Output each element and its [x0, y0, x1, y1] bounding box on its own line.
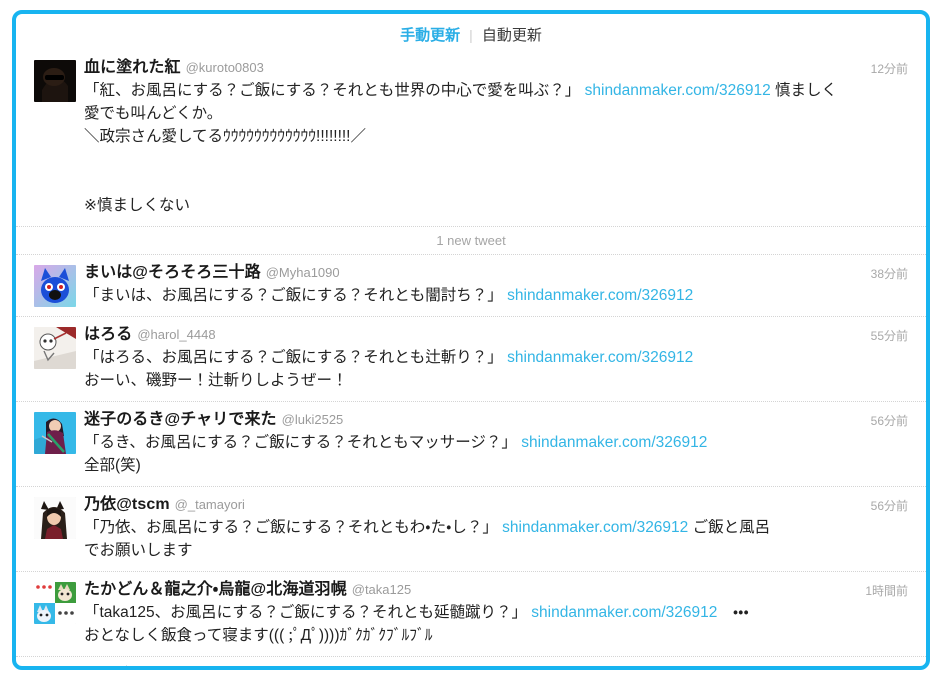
- tweet-text: 「taka125、お風呂にする？ご飯にする？それとも延髄蹴り？」 shindan…: [84, 601, 838, 647]
- shindanmaker-link[interactable]: shindanmaker.com/326912: [507, 287, 693, 304]
- display-name[interactable]: まいは@そろそろ三十路: [84, 264, 261, 281]
- tweet-extra-line: ※慎ましくない: [84, 197, 190, 214]
- tweet-text: 「乃依、お風呂にする？ご飯にする？それともわ・た・し？」 shindanmake…: [84, 516, 838, 562]
- display-name[interactable]: はろる: [84, 326, 132, 343]
- shindanmaker-link[interactable]: shindanmaker.com/326912: [521, 434, 707, 451]
- screen-name[interactable]: @_tamayori: [175, 497, 245, 512]
- tweet-text-after-link: ・・・: [717, 604, 749, 621]
- tweet-timestamp[interactable]: 56分前: [871, 497, 908, 514]
- display-name[interactable]: 乃依@tscm: [84, 496, 170, 513]
- shindanmaker-link[interactable]: shindanmaker.com/326912: [531, 604, 717, 621]
- tweet-extra-line: 全部(笑): [84, 457, 141, 474]
- tweet-extra-line: おーい、磯野ー！辻斬りしようぜー！: [84, 372, 348, 389]
- tweet-author-line: はろる @harol_4448: [84, 325, 838, 345]
- tweet-extra-line: おとなしく飯食って寝ます((( ;ﾟДﾟ))))ｶﾞｸｶﾞｸﾌﾞﾙﾌﾞﾙ: [84, 627, 433, 644]
- tweet-extra-line: でお願いします: [84, 542, 193, 559]
- display-name[interactable]: ひろくん@: [84, 666, 164, 670]
- shindanmaker-link[interactable]: shindanmaker.com/326912: [507, 349, 693, 366]
- dark-portrait-avatar[interactable]: [34, 60, 76, 102]
- tweet-text: 「るき、お風呂にする？ご飯にする？それともマッサージ？」 shindanmake…: [84, 431, 838, 477]
- new-tweet-divider[interactable]: 1 new tweet: [16, 226, 926, 254]
- tweet-timestamp[interactable]: 55分前: [871, 327, 908, 344]
- tweet-body: たかどん＆龍之介・烏龍@北海道羽幌 @taka125 「taka125、お風呂にする…: [84, 580, 908, 647]
- dark-hair-girl-avatar[interactable]: [34, 497, 76, 539]
- manual-refresh-tab[interactable]: 手動更新: [391, 28, 469, 43]
- tweet-body: 乃依@tscm @_tamayori 「乃依、お風呂にする？ご飯にする？それともわ・…: [84, 495, 908, 562]
- tweet-author-line: 迷子のるき@チャリで来た @luki2525: [84, 410, 838, 430]
- tweet-text-before-link: 「まいは、お風呂にする？ご飯にする？それとも闇討ち？」: [84, 287, 508, 304]
- tweet-author-line: まいは@そろそろ三十路 @Myha1090: [84, 263, 838, 283]
- display-name[interactable]: 迷子のるき@チャリで来た: [84, 411, 277, 428]
- tweet-item[interactable]: 迷子のるき@チャリで来た @luki2525 「るき、お風呂にする？ご飯にする？それ…: [16, 401, 926, 486]
- display-name[interactable]: 血に塗れた紅: [84, 59, 181, 76]
- tweet-item[interactable]: たかどん＆龍之介・烏龍@北海道羽幌 @taka125 「taka125、お風呂にする…: [16, 571, 926, 656]
- screen-name[interactable]: @harol_4448: [137, 327, 215, 342]
- sketch-avatar[interactable]: [34, 327, 76, 369]
- screen-name[interactable]: @hirokun_1111: [169, 667, 258, 670]
- tweet-item[interactable]: 血に塗れた紅 @kuroto0803 「紅、お風呂にする？ご飯にする？それとも世界の…: [16, 50, 926, 226]
- tweet-author-line: 血に塗れた紅 @kuroto0803: [84, 58, 838, 78]
- tweet-item[interactable]: まいは@そろそろ三十路 @Myha1090 「まいは、お風呂にする？ご飯にする？それ…: [16, 254, 926, 316]
- shindanmaker-link[interactable]: shindanmaker.com/326912: [585, 82, 771, 99]
- tweet-text: 「はろる、お風呂にする？ご飯にする？それとも辻斬り？」 shindanmaker…: [84, 346, 838, 392]
- photo-avatar[interactable]: [34, 667, 76, 670]
- tweet-text-after-link: ご飯と風呂: [688, 519, 771, 536]
- tweet-item[interactable]: ひろくん@ @hirokun_1111 1時間前: [16, 656, 926, 670]
- tweet-timestamp[interactable]: 12分前: [871, 60, 908, 77]
- tweet-text-before-link: 「るき、お風呂にする？ご飯にする？それともマッサージ？」: [84, 434, 522, 451]
- tweet-item[interactable]: はろる @harol_4448 「はろる、お風呂にする？ご飯にする？それとも辻斬り？…: [16, 316, 926, 401]
- tweet-text: 「紅、お風呂にする？ご飯にする？それとも世界の中心で愛を叫ぶ？」 shindan…: [84, 79, 838, 217]
- anime-girl-avatar[interactable]: [34, 412, 76, 454]
- tweet-author-line: ひろくん@ @hirokun_1111: [84, 665, 838, 670]
- screen-name[interactable]: @Myha1090: [266, 265, 340, 280]
- tweet-text-before-link: 「紅、お風呂にする？ご飯にする？それとも世界の中心で愛を叫ぶ？」: [84, 82, 585, 99]
- tweet-body: はろる @harol_4448 「はろる、お風呂にする？ご飯にする？それとも辻斬り？…: [84, 325, 908, 392]
- new-tweet-label[interactable]: 1 new tweet: [428, 233, 514, 248]
- tweet-text: 「まいは、お風呂にする？ご飯にする？それとも闇討ち？」 shindanmaker…: [84, 284, 838, 307]
- tweet-timestamp[interactable]: 1時間前: [865, 582, 908, 599]
- tweet-body: 血に塗れた紅 @kuroto0803 「紅、お風呂にする？ご飯にする？それとも世界の…: [84, 58, 908, 217]
- tweet-body: 迷子のるき@チャリで来た @luki2525 「るき、お風呂にする？ご飯にする？それ…: [84, 410, 908, 477]
- tweet-body: ひろくん@ @hirokun_1111: [84, 665, 908, 670]
- tweet-author-line: たかどん＆龍之介・烏龍@北海道羽幌 @taka125: [84, 580, 838, 600]
- blue-cat-avatar[interactable]: [34, 265, 76, 307]
- tweet-timestamp[interactable]: 56分前: [871, 412, 908, 429]
- tweet-item[interactable]: 乃依@tscm @_tamayori 「乃依、お風呂にする？ご飯にする？それともわ・…: [16, 486, 926, 571]
- tweet-timestamp[interactable]: 38分前: [871, 265, 908, 282]
- display-name[interactable]: たかどん＆龍之介・烏龍@北海道羽幌: [84, 581, 347, 598]
- tweet-author-line: 乃依@tscm @_tamayori: [84, 495, 838, 515]
- tweet-body: まいは@そろそろ三十路 @Myha1090 「まいは、お風呂にする？ご飯にする？それ…: [84, 263, 908, 307]
- auto-refresh-tab[interactable]: 自動更新: [473, 28, 551, 43]
- tweet-extra-line: ＼政宗さん愛してるｳｳｳｳｳｳｳｳｳｳｳｳ!!!!!!!!／: [84, 128, 366, 145]
- refresh-mode-bar: 手動更新 | 自動更新: [16, 14, 926, 50]
- screen-name[interactable]: @kuroto0803: [186, 60, 264, 75]
- tweet-text-before-link: 「はろる、お風呂にする？ご飯にする？それとも辻斬り？」: [84, 349, 508, 366]
- tweet-text-before-link: 「taka125、お風呂にする？ご飯にする？それとも延髄蹴り？」: [84, 604, 532, 621]
- screen-name[interactable]: @luki2525: [282, 412, 344, 427]
- twitter-widget-frame: 手動更新 | 自動更新 血に塗れた紅 @kuroto0803 「紅、お風呂にする？ご…: [12, 10, 930, 670]
- tweet-timestamp[interactable]: 1時間前: [865, 667, 908, 670]
- tweet-timeline[interactable]: 血に塗れた紅 @kuroto0803 「紅、お風呂にする？ご飯にする？それとも世界の…: [16, 50, 926, 670]
- shindanmaker-link[interactable]: shindanmaker.com/326912: [502, 519, 688, 536]
- screen-name[interactable]: @taka125: [352, 582, 411, 597]
- pixel-cats-avatar[interactable]: [34, 582, 76, 624]
- tweet-text-before-link: 「乃依、お風呂にする？ご飯にする？それともわ・た・し？」: [84, 519, 503, 536]
